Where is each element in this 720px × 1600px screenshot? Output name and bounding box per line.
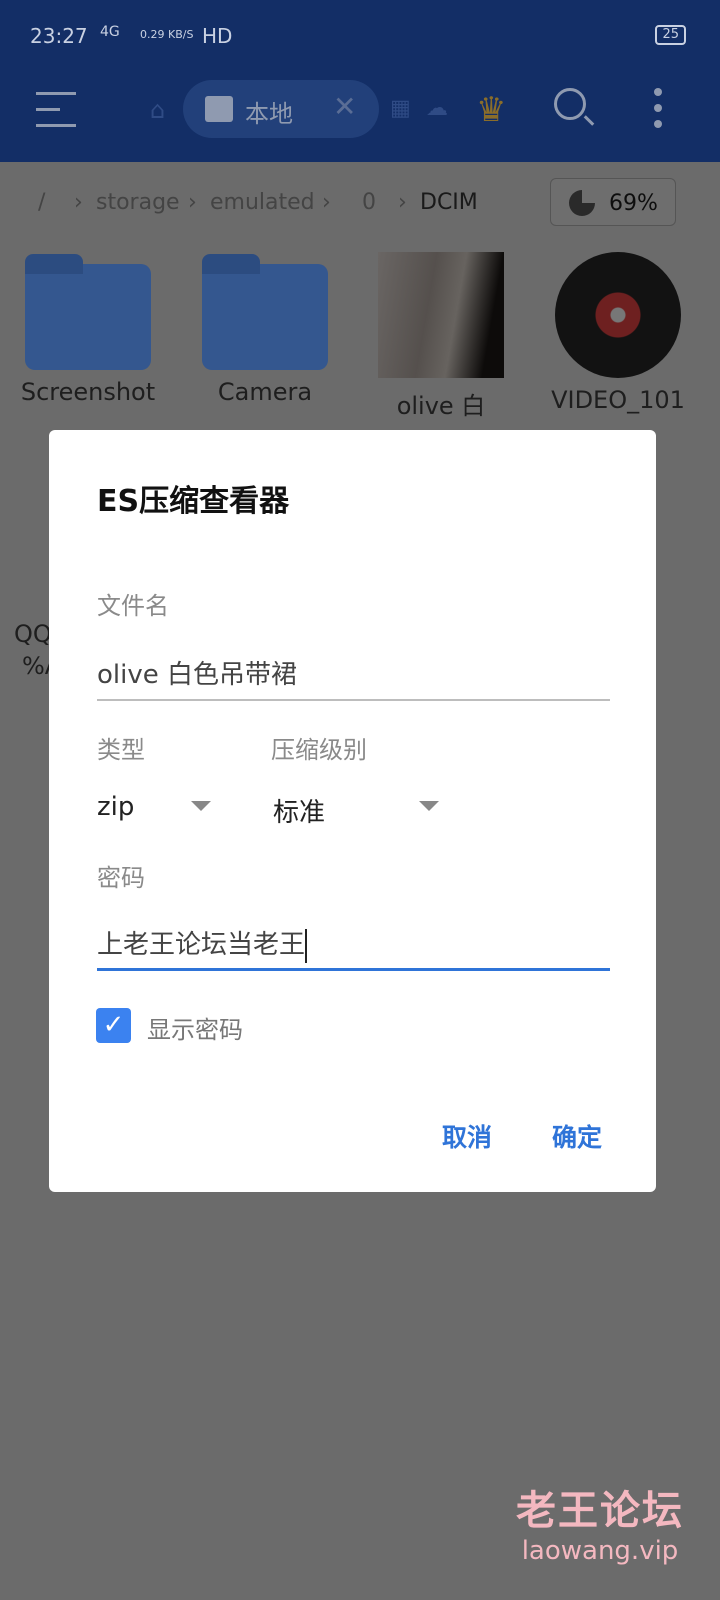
cloud-icon[interactable]: ☁ xyxy=(426,96,448,121)
password-value: 上老王论坛当老王 xyxy=(97,930,306,960)
file-item[interactable]: olive 白 xyxy=(361,252,521,418)
breadcrumb: / › storage › emulated › 0 › DCIM 69% xyxy=(0,162,720,242)
filename-input[interactable]: olive 白色吊带裙 xyxy=(97,654,297,691)
pie-icon xyxy=(569,190,595,216)
network-speed: 0.29 KB/S xyxy=(140,28,194,41)
level-label: 压缩级别 xyxy=(271,736,367,764)
compress-dialog: ES压缩查看器 文件名 olive 白色吊带裙 类型 压缩级别 zip 标准 密… xyxy=(49,430,656,1192)
password-label: 密码 xyxy=(97,864,145,892)
file-name: Screenshot xyxy=(20,378,156,406)
chevron-icon: › xyxy=(188,190,197,215)
show-password-label[interactable]: 显示密码 xyxy=(147,1010,243,1045)
password-input[interactable]: 上老王论坛当老王 xyxy=(97,924,308,963)
dropdown-arrow-icon xyxy=(191,801,211,811)
video-icon xyxy=(555,252,681,378)
media-icon[interactable]: ▦ xyxy=(390,96,411,121)
hd-indicator: HD xyxy=(202,24,233,48)
file-name: VIDEO_101 xyxy=(551,386,685,414)
tab-local[interactable]: 本地 ✕ xyxy=(183,80,379,138)
breadcrumb-0[interactable]: 0 xyxy=(362,190,376,215)
cancel-button[interactable]: 取消 xyxy=(442,1118,492,1154)
chevron-icon: › xyxy=(398,190,407,215)
network-indicator: 4G xyxy=(100,24,120,40)
folder-icon xyxy=(202,254,328,370)
dialog-title: ES压缩查看器 xyxy=(97,484,290,519)
file-name: Camera xyxy=(217,378,313,406)
image-thumbnail xyxy=(378,252,504,378)
show-password-checkbox[interactable]: ✓ xyxy=(96,1008,131,1043)
level-value: 标准 xyxy=(273,798,326,828)
close-tab-icon[interactable]: ✕ xyxy=(333,90,356,123)
watermark: 老王论坛 laowang.vip xyxy=(516,1478,684,1566)
filename-label: 文件名 xyxy=(97,592,169,620)
storage-usage-button[interactable]: 69% xyxy=(550,178,676,226)
sdcard-icon xyxy=(205,96,233,122)
text-cursor xyxy=(305,928,308,963)
password-underline xyxy=(97,968,610,971)
chevron-icon: › xyxy=(74,190,83,215)
crown-icon[interactable]: ♛ xyxy=(476,90,514,130)
modal-overlay[interactable]: { "status":{"time":"23:27","network":"4G… xyxy=(0,0,720,1600)
toolbar: ⌂ 本地 ✕ ▦ ☁ ♛ xyxy=(0,70,720,162)
watermark-url: laowang.vip xyxy=(521,1536,679,1566)
storage-percent: 69% xyxy=(609,191,658,216)
folder-icon xyxy=(25,254,151,370)
breadcrumb-storage[interactable]: storage xyxy=(96,190,180,215)
dropdown-arrow-icon xyxy=(419,801,439,811)
status-time: 23:27 xyxy=(30,24,88,48)
type-label: 类型 xyxy=(97,736,145,764)
breadcrumb-emulated[interactable]: emulated xyxy=(210,190,315,215)
file-name: olive 白 xyxy=(396,392,486,418)
battery-icon: 25 xyxy=(655,25,686,45)
file-item[interactable]: VIDEO_101 xyxy=(538,252,698,418)
home-icon[interactable]: ⌂ xyxy=(150,96,165,124)
menu-icon[interactable] xyxy=(36,92,76,128)
filename-underline xyxy=(97,699,610,701)
breadcrumb-dcim[interactable]: DCIM xyxy=(420,190,478,215)
type-value: zip xyxy=(97,792,135,822)
ok-button[interactable]: 确定 xyxy=(552,1118,602,1154)
search-icon[interactable] xyxy=(554,88,586,120)
file-item[interactable]: Screenshot xyxy=(8,252,168,410)
more-icon[interactable] xyxy=(654,88,662,136)
chevron-icon: › xyxy=(322,190,331,215)
breadcrumb-root[interactable]: / xyxy=(38,190,45,215)
watermark-text: 老王论坛 xyxy=(516,1488,684,1534)
tab-label: 本地 xyxy=(245,100,293,128)
file-item[interactable]: Camera xyxy=(185,252,345,410)
status-bar: 23:27 4G 0.29 KB/S HD 25 xyxy=(0,0,720,70)
